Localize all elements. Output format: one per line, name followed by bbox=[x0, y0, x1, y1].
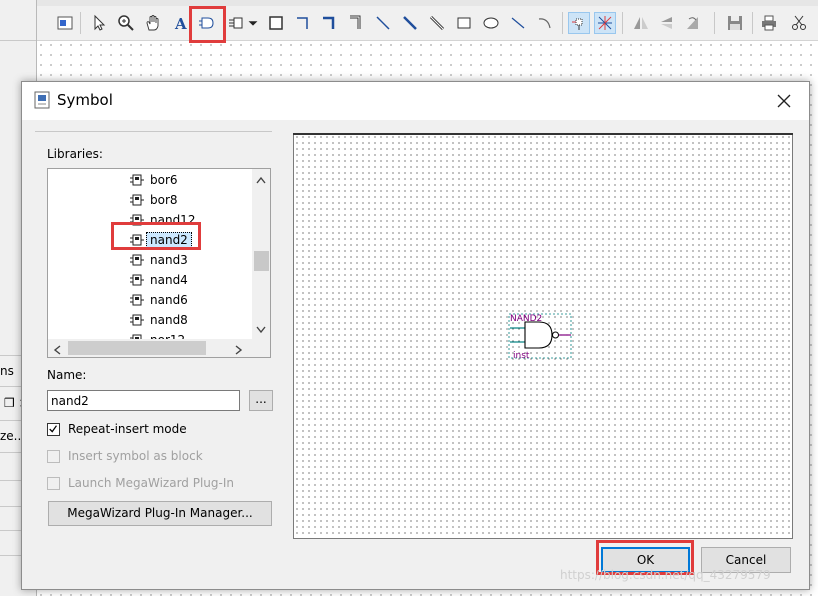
scroll-left-icon[interactable] bbox=[53, 344, 61, 357]
library-item[interactable]: bor8 bbox=[130, 190, 178, 210]
library-item[interactable]: bor6 bbox=[130, 170, 178, 190]
dialog-titlebar[interactable]: Symbol bbox=[22, 82, 809, 120]
symbol-icon bbox=[130, 294, 144, 306]
library-item[interactable]: nand3 bbox=[130, 250, 188, 270]
libraries-label: Libraries: bbox=[47, 147, 103, 161]
orthogonal-node-tool-icon[interactable] bbox=[292, 12, 314, 34]
diagonal-bus-tool-icon[interactable] bbox=[399, 12, 421, 34]
name-input[interactable] bbox=[47, 390, 240, 411]
library-item[interactable]: nand6 bbox=[130, 290, 188, 310]
block-editor-toolbar: A bbox=[0, 0, 818, 41]
rotate-left-icon[interactable] bbox=[682, 12, 704, 34]
close-icon[interactable] bbox=[773, 90, 795, 112]
vertical-scroll-thumb[interactable] bbox=[254, 251, 269, 271]
line-tool-icon[interactable] bbox=[507, 12, 529, 34]
library-item-label: nand4 bbox=[150, 273, 188, 287]
libraries-tree[interactable]: bor6bor8nand12nand2nand3nand4nand6nand8n… bbox=[47, 168, 271, 358]
symbol-dialog: Symbol Libraries: bor6 bor8 nand12 nand2 nan… bbox=[21, 81, 810, 590]
zoom-tool-icon[interactable] bbox=[115, 12, 137, 34]
watermark: https://blog.csdn.net/qq_43279579 bbox=[560, 568, 771, 582]
megawizard-manager-button[interactable]: MegaWizard Plug-In Manager... bbox=[48, 501, 272, 526]
arc-tool-icon[interactable] bbox=[534, 12, 556, 34]
rectangle-tool-icon[interactable] bbox=[453, 12, 475, 34]
horizontal-scroll-thumb[interactable] bbox=[68, 341, 206, 355]
scroll-up-icon[interactable] bbox=[256, 173, 266, 187]
diagonal-conduit-tool-icon[interactable] bbox=[426, 12, 448, 34]
launch-megawizard-checkbox[interactable] bbox=[47, 476, 60, 490]
hand-tool-icon[interactable] bbox=[142, 12, 164, 34]
dialog-title: Symbol bbox=[57, 91, 113, 109]
browse-button[interactable]: ... bbox=[249, 390, 273, 411]
nand2-highlight bbox=[111, 222, 201, 250]
symbol-preview: NAND2 inst bbox=[293, 133, 793, 539]
library-item[interactable]: nand4 bbox=[130, 270, 188, 290]
insert-as-block-label: Insert symbol as block bbox=[68, 449, 203, 463]
symbol-icon bbox=[130, 274, 144, 286]
symbol-icon bbox=[130, 254, 144, 266]
symbol-icon bbox=[130, 314, 144, 326]
chevron-down-icon[interactable] bbox=[245, 12, 261, 34]
print-icon[interactable] bbox=[758, 12, 780, 34]
symbol-dialog-icon bbox=[32, 90, 52, 110]
cut-icon[interactable] bbox=[788, 12, 810, 34]
symbol-icon bbox=[130, 194, 144, 206]
insert-as-block-checkbox[interactable] bbox=[47, 449, 60, 463]
orthogonal-conduit-tool-icon[interactable] bbox=[345, 12, 367, 34]
library-item-label: nand3 bbox=[150, 253, 188, 267]
flip-vertical-icon[interactable] bbox=[656, 12, 678, 34]
svg-text:A: A bbox=[174, 15, 187, 32]
vertical-scrollbar[interactable] bbox=[252, 169, 270, 339]
library-item-label: nand6 bbox=[150, 293, 188, 307]
insert-as-block-option[interactable]: Insert symbol as block bbox=[47, 447, 203, 465]
horizontal-scrollbar[interactable] bbox=[48, 339, 254, 357]
symbol-icon bbox=[130, 174, 144, 186]
library-item[interactable]: nand8 bbox=[130, 310, 188, 330]
diagonal-node-tool-icon[interactable] bbox=[372, 12, 394, 34]
save-icon[interactable] bbox=[724, 12, 746, 34]
library-item-label: nand8 bbox=[150, 313, 188, 327]
group-separator bbox=[35, 131, 272, 132]
oval-tool-icon[interactable] bbox=[480, 12, 502, 34]
orthogonal-bus-tool-icon[interactable] bbox=[318, 12, 340, 34]
partial-line-selection-icon[interactable] bbox=[568, 12, 590, 34]
repeat-insert-label: Repeat-insert mode bbox=[68, 422, 187, 436]
panel-tab-fragment[interactable]: ns bbox=[0, 364, 14, 378]
symbol-tool-highlight bbox=[189, 6, 226, 43]
text-tool-icon[interactable]: A bbox=[169, 12, 191, 34]
rubberbanding-icon[interactable] bbox=[594, 12, 616, 34]
name-label: Name: bbox=[47, 368, 87, 382]
nand2-symbol-preview: NAND2 inst bbox=[508, 313, 572, 360]
repeat-insert-option[interactable]: Repeat-insert mode bbox=[47, 420, 187, 438]
launch-megawizard-label: Launch MegaWizard Plug-In bbox=[68, 476, 234, 490]
library-item-label: bor6 bbox=[150, 173, 178, 187]
flip-horizontal-icon[interactable] bbox=[630, 12, 652, 34]
scroll-down-icon[interactable] bbox=[256, 323, 266, 337]
selection-tool-icon[interactable] bbox=[88, 12, 110, 34]
launch-megawizard-option[interactable]: Launch MegaWizard Plug-In bbox=[47, 474, 234, 492]
scroll-right-icon[interactable] bbox=[235, 344, 243, 357]
repeat-insert-checkbox[interactable] bbox=[47, 422, 60, 436]
instance-name-text: inst bbox=[513, 351, 530, 360]
editor-settings-icon[interactable] bbox=[54, 12, 76, 34]
block-tool-icon[interactable] bbox=[265, 12, 287, 34]
library-item-label: bor8 bbox=[150, 193, 178, 207]
